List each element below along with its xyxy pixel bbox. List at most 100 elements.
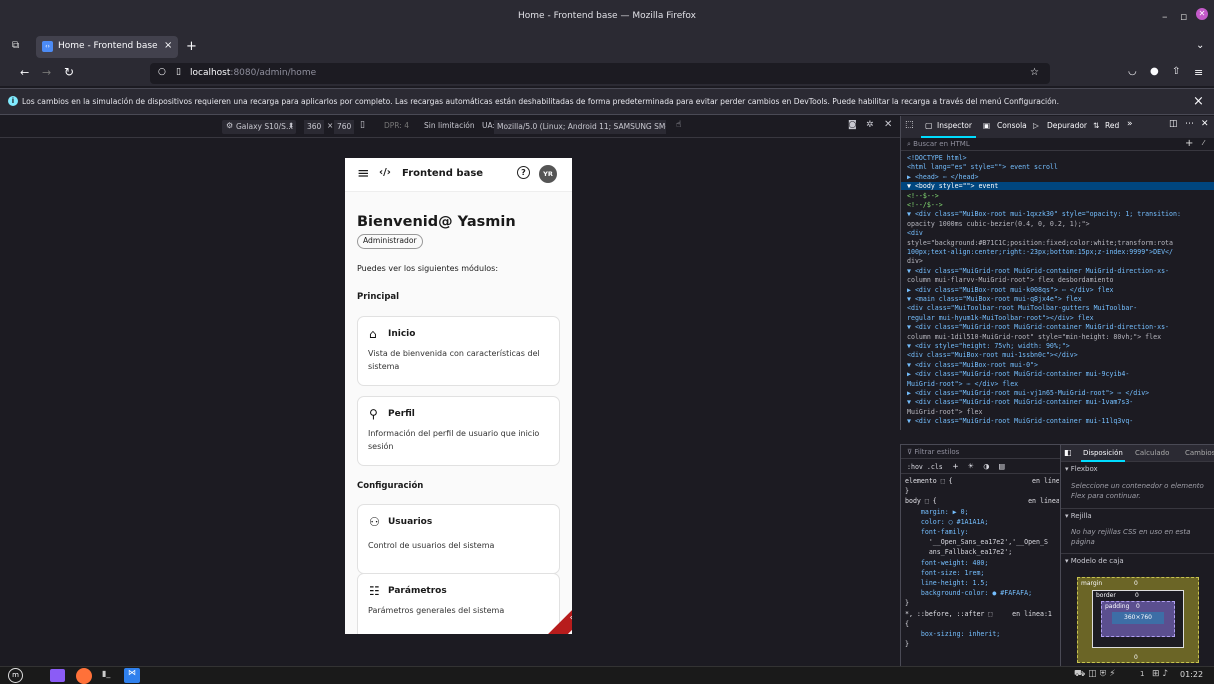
close-devtools-icon[interactable]: ✕ xyxy=(1201,119,1209,129)
more-options-icon[interactable]: ⋯ xyxy=(1185,119,1194,129)
extensions-icon[interactable]: ⇧ xyxy=(1172,66,1180,77)
help-icon[interactable]: ? xyxy=(517,166,530,179)
rotate-icon[interactable]: ▯ xyxy=(360,120,365,130)
user-agent-input[interactable]: Mozilla/5.0 (Linux; Android 11; SAMSUNG … xyxy=(494,120,666,134)
markup-line[interactable]: ▼ <main class="MuiBox-root mui-q8jx4e"> … xyxy=(907,295,1082,303)
notification-close-icon[interactable]: × xyxy=(1193,94,1204,109)
new-tab-icon[interactable]: + xyxy=(186,39,197,54)
back-icon[interactable]: ← xyxy=(20,66,29,79)
dpr-label[interactable]: DPR: 4 xyxy=(384,121,409,130)
minimize-icon[interactable]: – xyxy=(1162,10,1168,23)
account-icon[interactable]: ● xyxy=(1150,66,1159,77)
markup-line[interactable]: ▶ <div class="MuiBox-root mui-k008qs"> ⋯… xyxy=(907,286,1113,294)
settings-icon[interactable]: ✲ xyxy=(866,120,874,130)
rule-line[interactable]: } xyxy=(905,640,1059,648)
url-bar[interactable]: ○ ▯ localhost:8080/admin/home ☆ xyxy=(150,63,1050,84)
network-volume-icons[interactable]: ⊞ ♪ xyxy=(1152,669,1168,679)
close-rdm-icon[interactable]: ✕ xyxy=(884,119,892,130)
menu-icon[interactable]: ≡ xyxy=(1194,66,1203,79)
rule-line[interactable]: font-size: 1rem; xyxy=(905,569,1059,577)
markup-line[interactable]: column mui-1dil510-MuiGrid-root" style="… xyxy=(907,333,1161,341)
markup-line[interactable]: div> xyxy=(907,257,923,265)
markup-line[interactable]: <html lang="es" style=""> event scroll xyxy=(907,163,1058,171)
dock-icon[interactable]: ◫ xyxy=(1169,119,1178,129)
tab-disposicion[interactable]: Disposición xyxy=(1081,449,1125,462)
cls-toggle[interactable]: .cls xyxy=(927,463,943,471)
module-card-parametros[interactable]: ☷ Parámetros Parámetros generales del si… xyxy=(357,573,560,634)
print-mode-icon[interactable]: ▤ xyxy=(999,462,1004,472)
firefox-icon[interactable] xyxy=(76,668,92,684)
avatar[interactable]: YR xyxy=(539,165,557,183)
eyedropper-icon[interactable]: ⁄ xyxy=(1203,139,1204,147)
maximize-icon[interactable]: ▫ xyxy=(1180,10,1187,23)
dark-mode-icon[interactable]: ◑ xyxy=(984,462,989,472)
add-node-icon[interactable]: + xyxy=(1185,138,1193,149)
border-top[interactable]: 0 xyxy=(1135,592,1139,599)
grid-section-title[interactable]: ▾ Rejilla xyxy=(1061,508,1214,520)
rule-line[interactable]: line-height: 1.5; xyxy=(905,579,1059,587)
markup-line[interactable]: ▼ <div class="MuiGrid-root MuiGrid-conta… xyxy=(907,323,1169,331)
pocket-icon[interactable]: ◡ xyxy=(1128,66,1137,77)
forward-icon[interactable]: → xyxy=(42,66,51,79)
rule-line[interactable]: ans_Fallback_ea17e2'; xyxy=(905,548,1059,556)
markup-line[interactable]: ▼ <div class="MuiGrid-root MuiGrid-conta… xyxy=(907,417,1133,425)
rule-line[interactable]: margin: ▶ 0; xyxy=(905,508,1059,516)
tab-close-icon[interactable]: × xyxy=(164,40,172,51)
markup-line[interactable]: <!--/$--> xyxy=(907,201,943,209)
tab-console[interactable]: ▣ Consola xyxy=(983,121,1027,130)
markup-line[interactable]: ▼ <div style="height: 75vh; width: 90%;"… xyxy=(907,342,1070,350)
markup-line[interactable]: regular mui-hyum1k-MuiToolbar-root"></di… xyxy=(907,314,1094,322)
markup-line[interactable]: ▼ <div class="MuiBox-root mui-1qxzk30" s… xyxy=(907,210,1181,218)
rule-line[interactable]: *, ::before, ::after ⬚ en línea:1 xyxy=(905,610,1059,618)
rule-line[interactable]: color: ◯ #1A1A1A; xyxy=(905,518,1059,526)
throttle-select[interactable]: Sin limitación xyxy=(424,121,475,130)
filter-styles-input[interactable]: ⊽ Filtrar estilos xyxy=(901,445,1060,459)
list-tabs-icon[interactable]: ⌄ xyxy=(1196,40,1204,51)
system-tray-icons[interactable]: ⛟ ◫ ⛨ ⚡ xyxy=(1074,669,1116,680)
markup-line[interactable]: column mui-flarvv-MuiGrid-root"> flex de… xyxy=(907,276,1113,284)
module-card-perfil[interactable]: ⚲ Perfil Información del perfil de usuar… xyxy=(357,396,560,466)
hov-toggle[interactable]: :hov xyxy=(907,463,923,471)
markup-line[interactable]: <div class="MuiBox-root mui-1ssbn0c"></d… xyxy=(907,351,1078,359)
module-card-inicio[interactable]: ⌂ Inicio Vista de bienvenida con caracte… xyxy=(357,316,560,386)
width-input[interactable]: 360 xyxy=(304,120,324,134)
markup-line[interactable]: <div class="MuiToolbar-root MuiToolbar-g… xyxy=(907,304,1137,312)
rule-line[interactable]: font-family: xyxy=(905,528,1059,536)
rule-line[interactable]: } xyxy=(905,487,1059,495)
rule-line[interactable]: { xyxy=(905,620,1059,628)
tab-debugger[interactable]: ▷ Depurador xyxy=(1033,121,1087,130)
markup-line[interactable]: ▶ <head> ⋯ </head> xyxy=(907,173,978,181)
more-tools-icon[interactable]: » xyxy=(1127,119,1133,129)
clock[interactable]: 01:22 xyxy=(1180,670,1203,679)
add-rule-icon[interactable]: + xyxy=(953,462,958,472)
screenshot-icon[interactable]: ◙ xyxy=(848,120,857,130)
reload-icon[interactable]: ↻ xyxy=(64,65,74,79)
rule-line[interactable]: } xyxy=(905,599,1059,607)
tab-calculado[interactable]: Calculado xyxy=(1135,449,1169,457)
tab-inspector[interactable]: ▢ Inspector xyxy=(921,116,976,138)
rule-line[interactable]: elemento ⬚ { en línea xyxy=(905,477,1059,485)
rule-line[interactable]: background-color: ● #FAFAFA; xyxy=(905,589,1059,597)
tab-network[interactable]: ⇅ Red xyxy=(1093,121,1119,130)
tab-overview-icon[interactable]: ⧉ xyxy=(12,40,19,51)
rule-line[interactable]: '__Open_Sans_ea17e2','__Open_S xyxy=(905,538,1059,546)
rule-line[interactable]: font-weight: 400; xyxy=(905,559,1059,567)
height-input[interactable]: 760 xyxy=(334,120,354,134)
markup-line[interactable]: <!--$--> xyxy=(907,192,939,200)
markup-line[interactable]: ▶ <div class="MuiGrid-root MuiGrid-conta… xyxy=(907,370,1129,378)
markup-line[interactable]: ▼ <div class="MuiBox-root mui-0"> xyxy=(907,361,1038,369)
mint-menu-icon[interactable]: m xyxy=(8,668,23,683)
module-card-usuarios[interactable]: ⚇ Usuarios Control de usuarios del siste… xyxy=(357,504,560,574)
search-html-input[interactable]: ⌕ Buscar en HTML + ⁄ xyxy=(901,138,1214,151)
markup-line[interactable]: 100px;text-align:center;right:-23px;bott… xyxy=(907,248,1173,256)
markup-line[interactable]: MuiGrid-root"> flex xyxy=(907,408,982,416)
markup-line[interactable]: ▼ <body style=""> event xyxy=(901,182,1214,191)
pick-element-icon[interactable]: ⬚ xyxy=(905,120,914,130)
markup-line[interactable]: style="background:#B71C1C;position:fixed… xyxy=(907,239,1173,247)
margin-bottom[interactable]: 0 xyxy=(1134,654,1138,661)
markup-line[interactable]: MuiGrid-root"> ⋯ </div> flex xyxy=(907,380,1018,388)
hamburger-menu-icon[interactable]: ≡ xyxy=(357,164,370,182)
sidebar-toggle-icon[interactable]: ◧ xyxy=(1064,448,1072,457)
rule-line[interactable]: box-sizing: inherit; xyxy=(905,630,1059,638)
markup-line[interactable]: <div xyxy=(907,229,923,237)
